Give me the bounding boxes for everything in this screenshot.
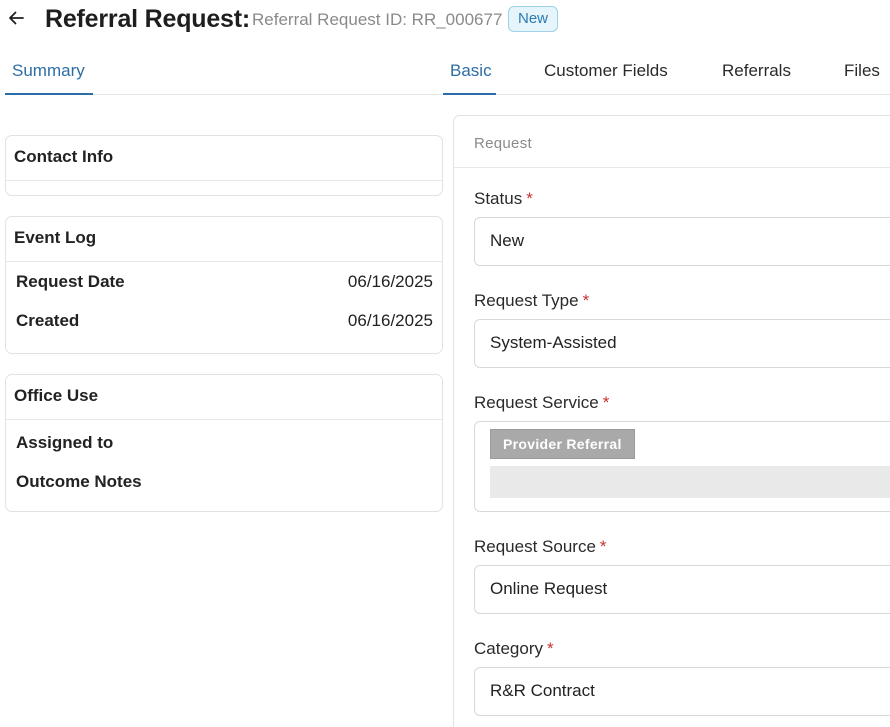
request-date-label: Request Date bbox=[16, 272, 125, 291]
request-section-title: Request bbox=[454, 116, 890, 168]
request-service-field: Provider Referral bbox=[474, 421, 890, 512]
assigned-to-label: Assigned to bbox=[16, 433, 114, 452]
event-log-row: Request Date 06/16/2025 bbox=[6, 262, 442, 301]
tab-customer-fields[interactable]: Customer Fields bbox=[544, 50, 668, 95]
event-log-row: Created 06/16/2025 bbox=[6, 301, 442, 340]
request-type-field[interactable]: System-Assisted bbox=[474, 319, 890, 368]
tab-files[interactable]: Files bbox=[844, 50, 880, 95]
office-use-row: Outcome Notes bbox=[6, 462, 442, 501]
office-use-title: Office Use bbox=[6, 375, 442, 420]
arrow-left-icon bbox=[9, 11, 24, 25]
office-use-row: Assigned to bbox=[6, 423, 442, 462]
request-form-panel: Request Status * New Request Type * System… bbox=[453, 115, 890, 727]
category-field[interactable]: R&R Contract bbox=[474, 667, 890, 716]
request-type-label: Request Type * bbox=[474, 291, 589, 311]
outcome-notes-label: Outcome Notes bbox=[16, 472, 142, 491]
detail-tabs: Basic Customer Fields Referrals Files bbox=[443, 50, 890, 95]
category-label: Category * bbox=[474, 639, 554, 659]
status-badge: New bbox=[508, 6, 559, 32]
request-source-label-text: Request Source bbox=[474, 537, 596, 556]
event-log-title: Event Log bbox=[6, 217, 442, 262]
status-label-text: Status bbox=[474, 189, 523, 208]
tab-basic[interactable]: Basic bbox=[443, 50, 496, 95]
summary-tabs: Summary bbox=[5, 50, 442, 95]
request-service-input[interactable] bbox=[490, 466, 890, 498]
tab-summary[interactable]: Summary bbox=[5, 50, 93, 95]
status-field[interactable]: New bbox=[474, 217, 890, 266]
page-title: Referral Request: bbox=[45, 5, 250, 33]
category-label-text: Category bbox=[474, 639, 543, 658]
tab-referrals[interactable]: Referrals bbox=[722, 50, 791, 95]
provider-referral-chip[interactable]: Provider Referral bbox=[490, 429, 635, 459]
back-button[interactable] bbox=[4, 4, 28, 32]
request-id: Referral Request ID: RR_000677 bbox=[252, 10, 503, 29]
contact-info-title: Contact Info bbox=[6, 136, 442, 181]
request-source-label: Request Source * bbox=[474, 537, 607, 557]
request-type-label-text: Request Type bbox=[474, 291, 579, 310]
page-header: Referral Request: Referral Request ID: R… bbox=[0, 0, 890, 40]
required-mark: * bbox=[546, 639, 554, 658]
request-service-label: Request Service * bbox=[474, 393, 609, 413]
required-mark: * bbox=[602, 393, 610, 412]
office-use-card: Office Use Assigned to Outcome Notes bbox=[5, 374, 443, 512]
event-log-card: Event Log Request Date 06/16/2025 Create… bbox=[5, 216, 443, 354]
status-label: Status * bbox=[474, 189, 533, 209]
request-date-value: 06/16/2025 bbox=[347, 272, 433, 291]
required-mark: * bbox=[526, 189, 533, 208]
created-value: 06/16/2025 bbox=[347, 311, 433, 330]
required-mark: * bbox=[582, 291, 590, 310]
request-service-label-text: Request Service bbox=[474, 393, 599, 412]
contact-info-card: Contact Info bbox=[5, 135, 443, 196]
request-source-field[interactable]: Online Request bbox=[474, 565, 890, 614]
created-label: Created bbox=[16, 311, 80, 330]
required-mark: * bbox=[599, 537, 607, 556]
